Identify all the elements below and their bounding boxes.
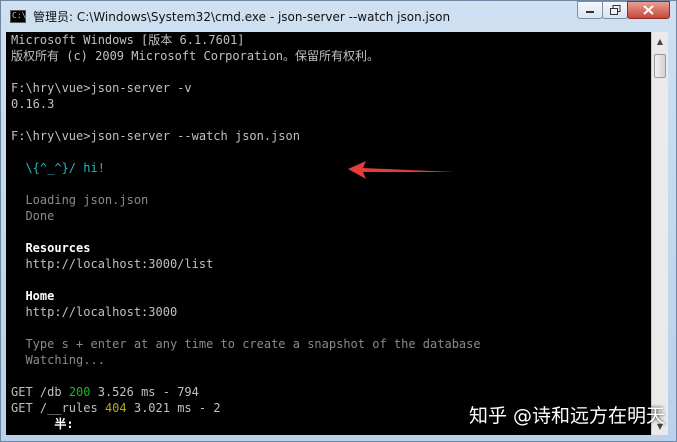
close-icon bbox=[643, 5, 654, 15]
console-line: Resources bbox=[11, 241, 91, 255]
restore-icon bbox=[609, 5, 620, 15]
request-status: 404 bbox=[104, 401, 127, 415]
request-status: 200 bbox=[68, 385, 91, 399]
request-path: /__rules bbox=[39, 401, 105, 415]
request-method: GET bbox=[11, 401, 40, 415]
vertical-scrollbar[interactable]: ▲ ▼ bbox=[651, 32, 668, 435]
request-log-line: GET /db 200 3.526 ms - 794 bbox=[11, 384, 481, 400]
red-arrow-annotation bbox=[348, 161, 454, 179]
console-line: Loading json.json bbox=[11, 193, 149, 207]
watermark: 知乎 @诗和远方在明天 bbox=[468, 405, 665, 427]
request-path: /db bbox=[39, 385, 69, 399]
console-line: F:\hry\vue>json-server --watch json.json bbox=[11, 129, 300, 143]
scroll-thumb[interactable] bbox=[654, 54, 666, 78]
restore-button[interactable] bbox=[602, 1, 628, 19]
console-line: F:\hry\vue>json-server -v bbox=[11, 81, 192, 95]
request-time: 3.526 ms - 794 bbox=[90, 385, 199, 399]
cmd-window: C:\ 管理员: C:\Windows\System32\cmd.exe - j… bbox=[0, 0, 677, 442]
minimize-button[interactable] bbox=[577, 1, 603, 19]
console-line: http://localhost:3000 bbox=[11, 305, 178, 319]
request-time: 3.021 ms - 2 bbox=[126, 401, 221, 415]
console-line: 0.16.3 bbox=[11, 97, 55, 111]
close-button[interactable] bbox=[627, 1, 670, 19]
window-title: 管理员: C:\Windows\System32\cmd.exe - json-… bbox=[33, 9, 451, 24]
minimize-icon bbox=[586, 11, 594, 13]
scroll-up-icon[interactable]: ▲ bbox=[653, 33, 667, 49]
request-log-line: GET /__rules 404 3.021 ms - 2 bbox=[11, 400, 481, 416]
console-line: Watching... bbox=[11, 353, 105, 367]
console-line: Microsoft Windows [版本 6.1.7601] bbox=[11, 33, 245, 47]
request-method: GET bbox=[11, 385, 40, 399]
console-line: http://localhost:3000/list bbox=[11, 257, 214, 271]
console-output[interactable]: Microsoft Windows [版本 6.1.7601] 版权所有 (c) … bbox=[6, 32, 651, 435]
console-line: Type s + enter at any time to create a s… bbox=[11, 337, 481, 351]
console-line: Home bbox=[11, 289, 55, 303]
window-controls bbox=[577, 1, 670, 19]
console-line: 版权所有 (c) 2009 Microsoft Corporation。保留所有… bbox=[11, 49, 379, 63]
console-line: Done bbox=[11, 209, 55, 223]
ime-indicator-line: 半: bbox=[11, 417, 74, 431]
title-bar[interactable]: C:\ 管理员: C:\Windows\System32\cmd.exe - j… bbox=[1, 1, 676, 31]
console-lines: Microsoft Windows [版本 6.1.7601] 版权所有 (c) … bbox=[11, 32, 481, 432]
cmd-app-icon[interactable]: C:\ bbox=[10, 9, 26, 23]
